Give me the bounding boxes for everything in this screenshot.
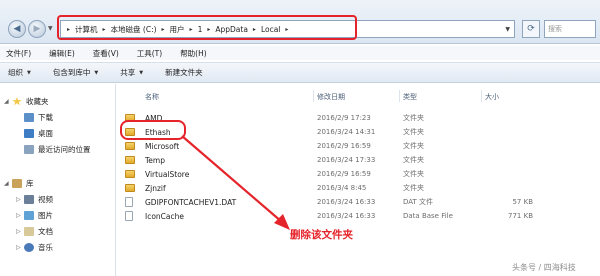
file-date: 2016/3/4 8:45 <box>317 184 367 192</box>
sidebar-item-downloads[interactable]: 下载 <box>24 112 53 123</box>
sidebar-label-pictures: 图片 <box>38 211 53 220</box>
menu-edit[interactable]: 编辑(E) <box>49 48 75 59</box>
sidebar-item-recent[interactable]: 最近访问的位置 <box>24 144 91 155</box>
file-date: 2016/2/9 16:59 <box>317 170 371 178</box>
include-in-library-button[interactable]: 包含到库中 ▼ <box>53 67 98 78</box>
column-divider[interactable] <box>313 90 314 102</box>
file-name: Zjnzif <box>145 183 166 193</box>
annotation-arrow <box>181 135 290 230</box>
file-type: 文件夹 <box>403 142 424 150</box>
sidebar-label-music: 音乐 <box>38 243 53 252</box>
file-date: 2016/3/24 16:33 <box>317 198 376 206</box>
file-type: Data Base File <box>403 212 453 220</box>
chevron-down-icon: ▼ <box>27 69 31 76</box>
organize-button[interactable]: 组织 ▼ <box>8 67 31 78</box>
share-label: 共享 <box>120 68 136 77</box>
refresh-button[interactable]: ⟳ <box>522 20 540 38</box>
forward-arrow-icon: ▶ <box>33 24 41 34</box>
expand-icon[interactable]: ▷ <box>16 212 24 219</box>
expand-icon[interactable]: ▷ <box>16 244 24 251</box>
menu-help[interactable]: 帮助(H) <box>180 48 207 59</box>
sidebar-item-libraries[interactable]: ◢ 库 <box>4 178 34 189</box>
file-date: 2016/2/9 17:23 <box>317 114 371 122</box>
expand-icon[interactable]: ▷ <box>16 196 24 203</box>
column-header-name[interactable]: 名称 <box>145 92 159 102</box>
sidebar-label-desktop: 桌面 <box>38 129 53 138</box>
refresh-icon: ⟳ <box>527 24 535 34</box>
sidebar-label-favorites: 收藏夹 <box>26 97 49 106</box>
search-input[interactable]: 搜索 <box>544 20 596 38</box>
file-date: 2016/3/24 16:33 <box>317 212 376 220</box>
organize-label: 组织 <box>8 68 23 77</box>
annotation-delete-folder: 删除该文件夹 <box>290 229 353 241</box>
address-dropdown-icon[interactable]: ▼ <box>505 26 510 33</box>
recent-places-icon <box>24 145 34 154</box>
collapse-icon[interactable]: ◢ <box>4 180 12 187</box>
folder-icon <box>125 142 135 150</box>
sidebar-item-documents[interactable]: ▷ 文档 <box>16 226 53 237</box>
documents-icon <box>24 227 34 236</box>
downloads-icon <box>24 113 34 122</box>
share-button[interactable]: 共享 ▼ <box>120 67 143 78</box>
file-name: Temp <box>145 155 165 165</box>
sidebar-label-documents: 文档 <box>38 227 53 236</box>
videos-icon <box>24 195 34 204</box>
forward-button[interactable]: ▶ <box>28 20 46 38</box>
menu-bar: 文件(F) 编辑(E) 查看(V) 工具(T) 帮助(H) <box>0 46 600 60</box>
collapse-icon[interactable]: ◢ <box>4 98 12 105</box>
sidebar-item-music[interactable]: ▷ 音乐 <box>16 242 53 253</box>
column-divider[interactable] <box>481 90 482 102</box>
back-arrow-icon: ◀ <box>13 24 21 34</box>
column-divider[interactable] <box>399 90 400 102</box>
sidebar-label-downloads: 下载 <box>38 113 53 122</box>
file-size: 57 KB <box>512 198 533 206</box>
sidebar-label-recent: 最近访问的位置 <box>38 145 91 154</box>
file-row[interactable]: AMD 2016/2/9 17:23 文件夹 <box>125 112 585 124</box>
column-header-size[interactable]: 大小 <box>485 92 499 102</box>
file-icon <box>125 211 133 221</box>
sidebar-item-desktop[interactable]: 桌面 <box>24 128 53 139</box>
file-icon <box>125 197 133 207</box>
back-button[interactable]: ◀ <box>8 20 26 38</box>
include-label: 包含到库中 <box>52 68 91 77</box>
history-dropdown-icon[interactable]: ▼ <box>48 25 53 32</box>
library-icon <box>12 179 22 188</box>
arrow-shaft <box>181 135 283 223</box>
watermark: 头条号 / 四海科技 <box>512 263 576 272</box>
file-type: 文件夹 <box>403 170 424 178</box>
navigation-pane: ◢ 收藏夹 下载 桌面 最近访问的位置 ◢ 库 ▷ 视频 ▷ 图片 ▷ 文档 ▷… <box>0 84 116 276</box>
sidebar-item-favorites[interactable]: ◢ 收藏夹 <box>4 96 49 107</box>
chevron-down-icon: ▼ <box>94 69 99 76</box>
sidebar-item-videos[interactable]: ▷ 视频 <box>16 194 53 205</box>
new-folder-button[interactable]: 新建文件夹 <box>165 67 203 78</box>
file-type: 文件夹 <box>403 114 424 122</box>
sidebar-label-libraries: 库 <box>26 179 34 188</box>
expand-icon[interactable]: ▷ <box>16 228 24 235</box>
folder-icon <box>125 170 135 178</box>
file-date: 2016/3/24 17:33 <box>317 156 376 164</box>
file-date: 2016/3/24 14:31 <box>317 128 376 136</box>
address-highlight-box <box>57 15 357 40</box>
star-icon <box>12 97 22 106</box>
menu-view[interactable]: 查看(V) <box>93 48 119 59</box>
file-date: 2016/2/9 16:59 <box>317 142 371 150</box>
menu-tools[interactable]: 工具(T) <box>137 48 162 59</box>
music-icon <box>24 243 34 252</box>
folder-icon <box>125 184 135 192</box>
pictures-icon <box>24 211 34 220</box>
column-header-type[interactable]: 类型 <box>403 92 417 102</box>
file-size: 771 KB <box>508 212 533 220</box>
file-type: 文件夹 <box>403 128 424 136</box>
desktop-icon <box>24 129 34 138</box>
command-toolbar: 组织 ▼ 包含到库中 ▼ 共享 ▼ 新建文件夹 <box>0 62 600 83</box>
menu-file[interactable]: 文件(F) <box>6 48 31 59</box>
sidebar-item-pictures[interactable]: ▷ 图片 <box>16 210 53 221</box>
file-type: 文件夹 <box>403 184 424 192</box>
file-type: DAT 文件 <box>403 198 434 206</box>
column-header-date[interactable]: 修改日期 <box>317 92 345 102</box>
file-type: 文件夹 <box>403 156 424 164</box>
folder-icon <box>125 156 135 164</box>
sidebar-label-videos: 视频 <box>38 195 53 204</box>
chevron-down-icon: ▼ <box>139 69 144 76</box>
